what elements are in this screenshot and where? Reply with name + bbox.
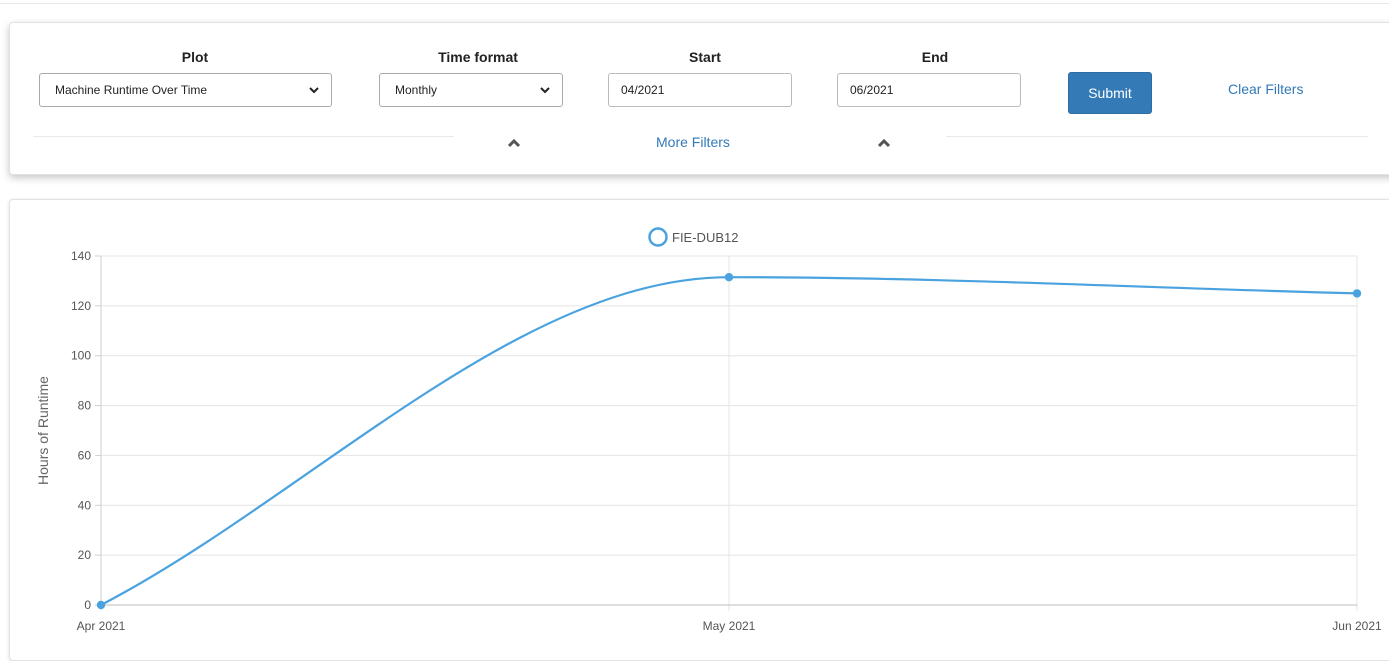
chevron-down-icon	[309, 87, 319, 94]
y-axis-title: Hours of Runtime	[35, 376, 51, 485]
x-tick-label: Apr 2021	[77, 619, 126, 633]
plot-select[interactable]: Machine Runtime Over Time	[39, 73, 332, 107]
submit-button[interactable]: Submit	[1068, 72, 1152, 114]
legend-marker	[648, 227, 668, 247]
chevron-up-icon[interactable]	[877, 138, 891, 148]
plot-select-value: Machine Runtime Over Time	[55, 83, 208, 97]
plot-label: Plot	[181, 49, 209, 65]
end-label: End	[921, 49, 949, 65]
chevron-down-icon	[540, 87, 550, 94]
clear-filters-link[interactable]: Clear Filters	[1228, 81, 1303, 97]
start-date-input[interactable]: 04/2021	[608, 73, 792, 107]
divider-right	[946, 136, 1368, 137]
data-point	[96, 600, 106, 610]
data-point	[1352, 289, 1362, 298]
start-label: Start	[689, 49, 721, 65]
chevron-up-icon[interactable]	[507, 138, 521, 148]
y-tick-label: 60	[78, 448, 92, 462]
runtime-line-chart: 0 20 40 60 80 100 120 140 Apr 2021 May 2021 Jun 20…	[35, 227, 1382, 633]
y-tick-label: 0	[84, 598, 91, 612]
end-date-input[interactable]: 06/2021	[837, 73, 1021, 107]
data-point	[724, 272, 734, 282]
top-divider	[0, 0, 1389, 4]
y-tick-label: 140	[71, 249, 91, 263]
more-filters-link[interactable]: More Filters	[656, 134, 730, 150]
filter-panel: Plot Machine Runtime Over Time Time form…	[9, 22, 1389, 175]
x-tick-label: Jun 2021	[1332, 619, 1382, 633]
legend-label: FIE-DUB12	[672, 230, 738, 245]
time-format-select-value: Monthly	[395, 83, 438, 97]
y-tick-label: 100	[71, 349, 91, 363]
x-tick-label: May 2021	[703, 619, 756, 633]
y-tick-label: 80	[78, 399, 92, 413]
divider-left	[33, 136, 454, 137]
y-tick-label: 120	[71, 299, 91, 313]
time-format-label: Time format	[438, 49, 518, 65]
y-tick-label: 40	[78, 498, 92, 512]
chart-panel: 0 20 40 60 80 100 120 140 Apr 2021 May 2021 Jun 20…	[9, 199, 1389, 661]
y-tick-label: 20	[78, 548, 92, 562]
time-format-select[interactable]: Monthly	[379, 73, 563, 107]
